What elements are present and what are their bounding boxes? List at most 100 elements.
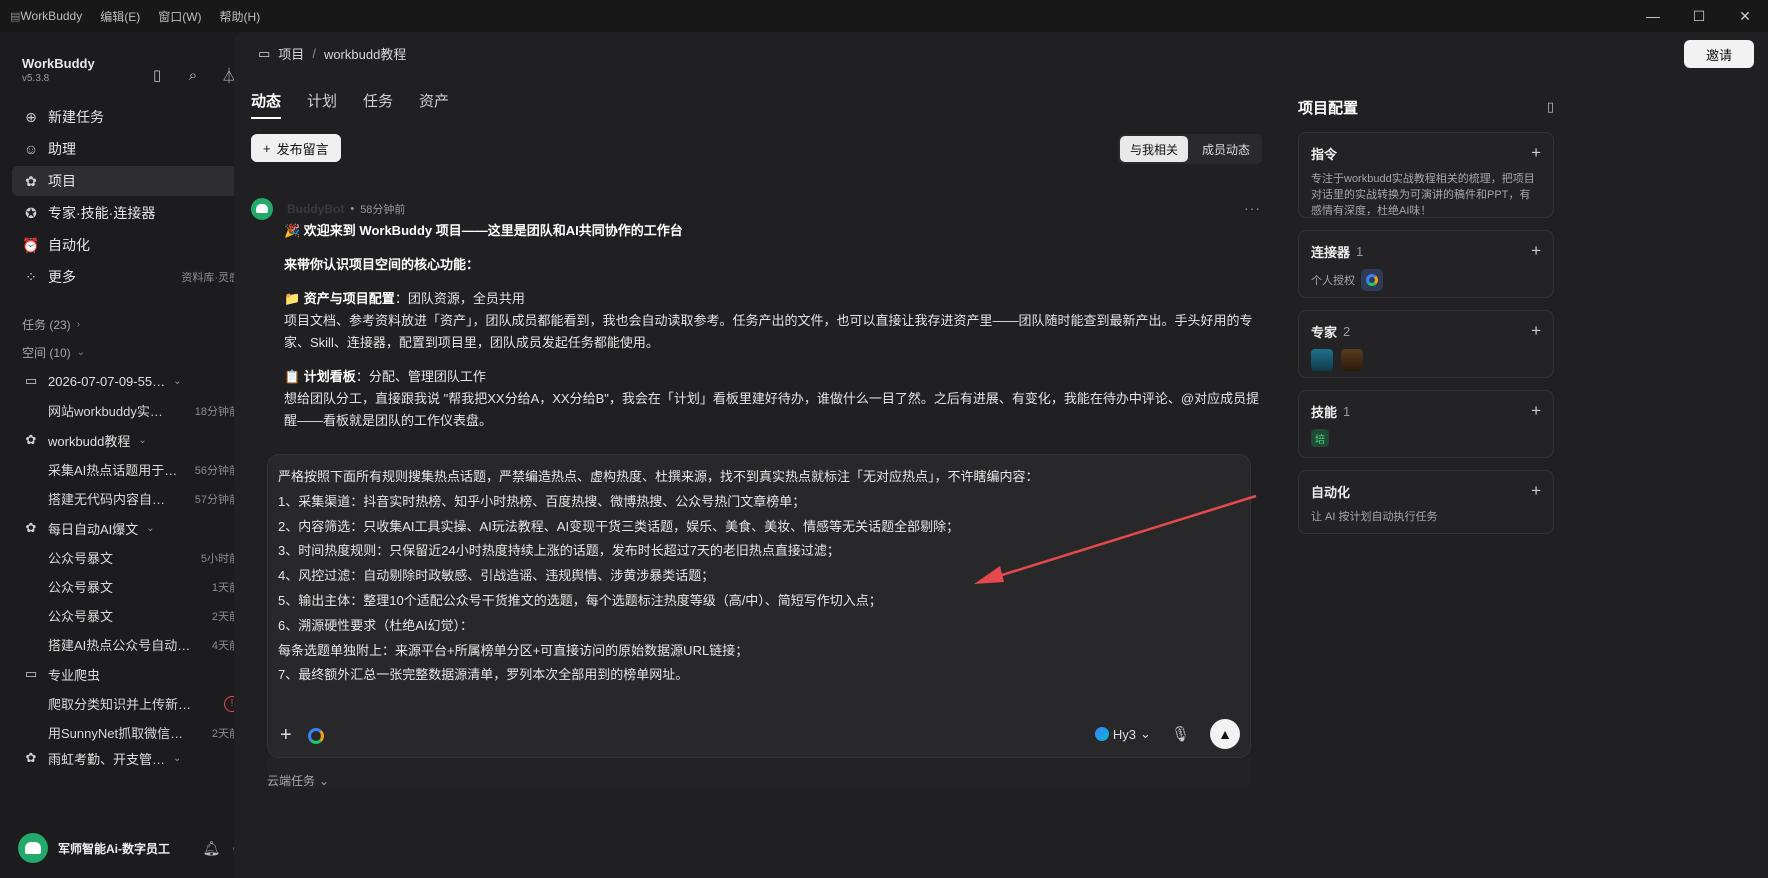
list-item[interactable]: 公众号暴文 2天前 [12, 601, 250, 630]
cloud-task-selector[interactable]: 云端任务 ⌄ [267, 772, 329, 789]
section1-body: 项目文档、参考资料放进「资产」，团队成员都能看到，我也会自动读取参考。任务产出的… [284, 313, 1253, 350]
list-item[interactable]: 网站workbuddy实… 18分钟前 [12, 396, 250, 425]
skill-badge[interactable]: 培 [1311, 429, 1329, 447]
app-logo-icon: ▤ [10, 11, 21, 23]
space-group[interactable]: ▭ 2026-07-07-09-55… ⌄ [12, 366, 250, 396]
nav-automation[interactable]: ⏰ 自动化 [12, 230, 250, 260]
plus-icon: + [263, 140, 271, 156]
list-item[interactable]: 公众号暴文 5小时前 [12, 543, 250, 572]
nav-assistant[interactable]: ☺ 助理 [12, 134, 250, 164]
filter-related[interactable]: 与我相关 [1120, 136, 1189, 162]
brand-version: v5.3.8 [22, 73, 50, 84]
connector-logo-icon[interactable] [1361, 269, 1383, 291]
close-icon[interactable]: ✕ [1722, 0, 1768, 32]
send-button[interactable]: ▲ [1210, 719, 1240, 749]
nav-more[interactable]: ⁘ 更多 资料库·灵感 [12, 262, 250, 292]
message-title: 🎉 欢迎来到 WorkBuddy 项目——这里是团队和AI共同协作的工作台 [284, 223, 683, 238]
model-selector[interactable]: Hy3 ⌄ [1094, 726, 1151, 742]
post-message-button[interactable]: + 发布留言 [251, 134, 341, 162]
tab-plan[interactable]: 计划 [307, 90, 337, 119]
project-config-panel: 项目配置 ▯ 指令 + 专注于workbudd实战教程相关的梳理，把项目对话里的实战… [1298, 94, 1554, 534]
message-author: BuddyBot [287, 202, 345, 216]
chevron-down-icon: ⌄ [319, 773, 330, 788]
add-instruction-icon[interactable]: + [1531, 143, 1541, 163]
project-icon: ✿ [25, 432, 37, 447]
menu-help[interactable]: 帮助(H) [220, 8, 261, 25]
list-item[interactable]: 用SunnyNet抓取微信… 2天前 [12, 718, 250, 747]
chevron-down-icon: ⌄ [138, 434, 147, 446]
message-header: BuddyBot • 58分钟前 ··· [251, 198, 1261, 220]
instruction-desc: 专注于workbudd实战教程相关的梳理，把项目对话里的实战转换为可演讲的稿件和… [1311, 173, 1535, 217]
folder-icon: ▭ [24, 666, 38, 681]
filter-members[interactable]: 成员动态 [1192, 136, 1260, 162]
breadcrumb: ▭ 项目 / workbudd教程 [258, 44, 406, 63]
breadcrumb-separator: / [312, 46, 316, 61]
menu-window[interactable]: 窗口(W) [158, 8, 201, 25]
title-bar: ▤ WorkBuddy 编辑(E) 窗口(W) 帮助(H) — ☐ ✕ [0, 0, 1768, 32]
space-group[interactable]: ✿ 雨虹考勤、开支管… ⌄ [12, 747, 250, 769]
list-item[interactable]: 爬取分类知识并上传新…! [12, 689, 250, 718]
chevron-right-icon: › [76, 318, 81, 330]
avatar[interactable] [18, 833, 48, 863]
expert-avatar[interactable] [1311, 349, 1333, 371]
panel-title: 项目配置 [1298, 99, 1359, 117]
bell-icon[interactable]: 🔔︎ [202, 840, 220, 857]
add-expert-icon[interactable]: + [1531, 321, 1541, 341]
bot-avatar [251, 198, 273, 220]
list-item[interactable]: 搭建AI热点公众号自动… 4天前 [12, 630, 250, 659]
nav-more-extra[interactable]: 资料库·灵感 [181, 269, 240, 285]
add-connector-icon[interactable]: + [1531, 241, 1541, 261]
assistant-icon: ☺ [23, 141, 39, 157]
list-item[interactable]: 公众号暴文 1天前 [12, 572, 250, 601]
nav-project[interactable]: ✿ 项目 [12, 166, 250, 196]
attach-plus-icon[interactable]: + [280, 724, 292, 747]
filter-toggle: 与我相关 成员动态 [1118, 134, 1263, 164]
spaces-header[interactable]: 空间 (10) ⌄ [12, 338, 250, 366]
red-arrow-annotation [974, 494, 1257, 584]
card-instructions[interactable]: 指令 + 专注于workbudd实战教程相关的梳理，把项目对话里的实战转换为可演讲… [1298, 132, 1554, 218]
sidebar-toggle-icon[interactable]: ▯ [146, 64, 168, 86]
add-skill-icon[interactable]: + [1531, 401, 1541, 421]
message-time: 58分钟前 [360, 204, 406, 216]
minimize-icon[interactable]: — [1630, 0, 1676, 32]
tab-activity[interactable]: 动态 [251, 90, 282, 119]
tab-bar: 动态 计划 任务 资产 [251, 90, 449, 119]
brand-name: WorkBuddy [22, 56, 95, 71]
chevron-down-icon: ⌄ [173, 375, 182, 387]
space-group[interactable]: ▭ 专业爬虫 [12, 659, 250, 689]
maximize-icon[interactable]: ☐ [1676, 0, 1722, 32]
add-automation-icon[interactable]: + [1531, 481, 1541, 501]
project-icon: ✿ [25, 172, 37, 189]
tab-assets[interactable]: 资产 [419, 90, 449, 119]
send-arrow-icon: ▲ [1218, 726, 1232, 742]
tab-tasks[interactable]: 任务 [363, 90, 393, 119]
user-bar: 军师智能Ai-数字员工 🔔︎ ⊘ [12, 828, 250, 868]
expert-icon: ✪ [25, 204, 37, 221]
card-automation[interactable]: 自动化 + 让 AI 按计划自动执行任务 [1298, 470, 1554, 534]
breadcrumb-root[interactable]: 项目 [278, 44, 304, 63]
list-item[interactable]: 采集AI热点话题用于… 56分钟前 [12, 455, 250, 484]
search-icon[interactable]: ⌕ [182, 64, 204, 86]
project-icon: ✿ [25, 750, 37, 765]
mic-icon[interactable]: 🎙︎ [1171, 725, 1190, 743]
section2-body: 想给团队分工，直接跟我说 "帮我把XX分给A，XX分给B"，我会在「计划」看板里… [284, 391, 1260, 428]
automation-desc: 让 AI 按计划自动执行任务 [1311, 511, 1438, 523]
space-group[interactable]: ✿ 每日自动AI爆文 ⌄ [12, 513, 250, 543]
nav-new-task[interactable]: ⊕ 新建任务 [12, 102, 250, 132]
panel-toggle-icon[interactable]: ▯ [1547, 99, 1554, 115]
expert-avatar[interactable] [1341, 349, 1363, 371]
plus-circle-icon: ⊕ [25, 108, 37, 125]
chevron-down-icon: ⌄ [173, 752, 182, 764]
section1-tag: ：团队资源，全员共用 [394, 291, 525, 306]
card-skills[interactable]: 技能 1 + 培 [1298, 390, 1554, 458]
card-experts[interactable]: 专家 2 + [1298, 310, 1554, 378]
connector-icon[interactable] [307, 727, 324, 744]
space-group[interactable]: ✿ workbudd教程 ⌄ [12, 425, 250, 455]
invite-button[interactable]: 邀请 [1684, 40, 1754, 68]
nav-experts[interactable]: ✪ 专家·技能·连接器 [12, 198, 250, 228]
list-item[interactable]: 搭建无代码内容自… 57分钟前 [12, 484, 250, 513]
more-icon[interactable]: ··· [1244, 200, 1261, 216]
menu-edit[interactable]: 编辑(E) [100, 8, 140, 25]
tasks-header[interactable]: 任务 (23) › [12, 310, 250, 338]
card-connectors[interactable]: 连接器 1 + 个人授权 [1298, 230, 1554, 298]
